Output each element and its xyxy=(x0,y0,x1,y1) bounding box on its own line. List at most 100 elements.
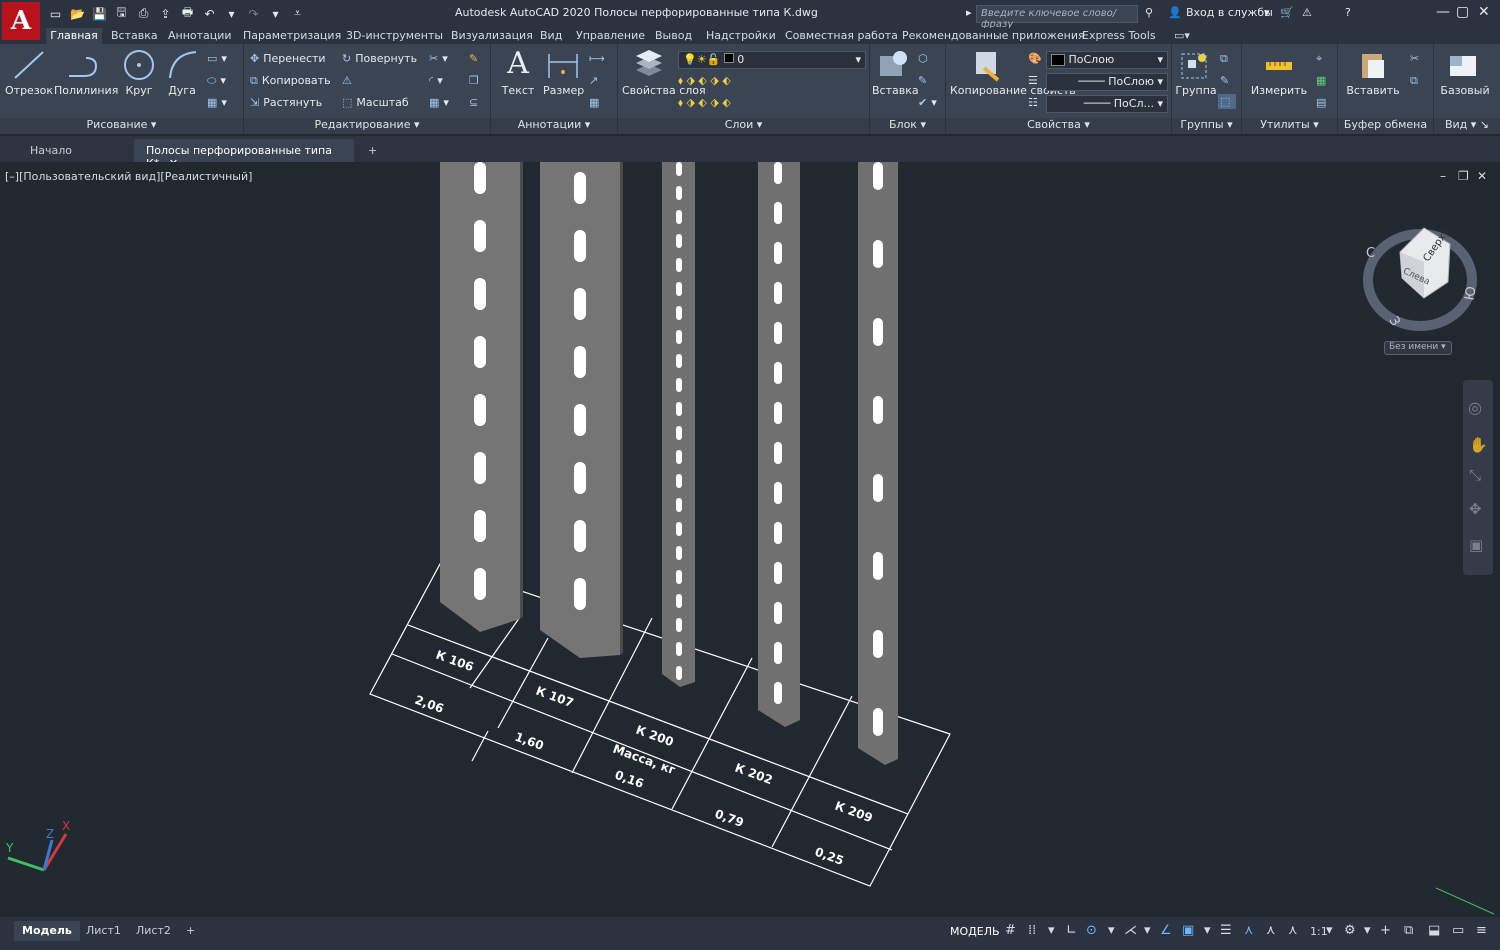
move-button[interactable]: ✥ Перенести xyxy=(250,52,326,65)
rotate-button[interactable]: ↻ Повернуть xyxy=(342,52,417,65)
orbit-icon[interactable]: ✥ xyxy=(1469,500,1482,518)
scale-button[interactable]: ⬚ Масштаб xyxy=(342,96,409,109)
save-icon[interactable]: 💾 xyxy=(90,4,109,23)
edit-block-icon[interactable]: ✎ xyxy=(918,74,931,87)
search-expand-icon[interactable]: ▸ xyxy=(966,6,972,19)
tab-view[interactable]: Вид xyxy=(540,28,562,44)
polyline-button[interactable]: Полилиния xyxy=(54,84,118,97)
maximize-icon[interactable]: ▢ xyxy=(1456,4,1469,20)
polar-dropdown-icon[interactable]: ▾ xyxy=(1108,923,1115,938)
layer-properties-button[interactable]: Свойства слоя xyxy=(622,84,706,97)
user-icon[interactable]: 👤 xyxy=(1168,6,1182,19)
view-panel-title[interactable]: Вид ▾ ↘ xyxy=(1434,118,1500,134)
undo-dropdown-icon[interactable]: ▾ xyxy=(222,4,241,23)
layer-dropdown[interactable]: 💡☀🔓 0 ▾ xyxy=(678,51,866,69)
modify-panel-title[interactable]: Редактирование ▾ xyxy=(244,118,490,134)
layer-tools-row2[interactable]: ⬧ ⬗ ⬖ ⬗ ⬖ xyxy=(678,96,731,110)
block-attributes-icon[interactable]: ✔ ▾ xyxy=(918,96,937,109)
new-tab-icon[interactable]: + xyxy=(356,139,389,162)
match-properties-button[interactable]: Копирование свойств xyxy=(950,84,1076,97)
pan-icon[interactable]: ✋ xyxy=(1469,436,1488,454)
redo-dropdown-icon[interactable]: ▾ xyxy=(266,4,285,23)
print-icon[interactable]: 🖶 xyxy=(178,4,197,23)
annotation-scale-icon[interactable]: ⋏ xyxy=(1288,923,1298,938)
steering-wheel-icon[interactable]: ◎ xyxy=(1468,398,1482,417)
text-button[interactable]: Текст xyxy=(501,84,535,97)
application-menu-button[interactable]: A xyxy=(2,2,40,40)
viewport-restore-icon[interactable]: ❐ xyxy=(1458,169,1469,183)
draw-panel-title[interactable]: Рисование ▾ xyxy=(0,118,243,134)
snap-dropdown-icon[interactable]: ▾ xyxy=(1048,923,1055,938)
tab-collaborate[interactable]: Совместная работа xyxy=(785,28,898,44)
clipboard-panel-title[interactable]: Буфер обмена xyxy=(1338,118,1433,134)
measure-button[interactable]: Измерить xyxy=(1250,84,1308,97)
isodraft-dropdown-icon[interactable]: ▾ xyxy=(1144,923,1151,938)
group-button[interactable]: Группа xyxy=(1174,84,1218,97)
offset-icon[interactable]: ⊆ xyxy=(469,96,482,109)
arc-button[interactable]: Дуга xyxy=(164,84,200,97)
tab-featured-apps[interactable]: Рекомендованные приложения xyxy=(902,28,1085,44)
calculator-icon[interactable]: ▤ xyxy=(1316,96,1330,109)
tab-express-tools[interactable]: Express Tools xyxy=(1082,28,1156,44)
units-icon[interactable]: ⧉ xyxy=(1404,923,1413,938)
signin-dropdown-icon[interactable]: ▾ xyxy=(1264,6,1270,19)
utilities-panel-title[interactable]: Утилиты ▾ xyxy=(1242,118,1337,134)
linetype-icon[interactable]: ☷ xyxy=(1028,96,1038,109)
tab-annotate[interactable]: Аннотации xyxy=(168,28,232,44)
layers-panel-title[interactable]: Слои ▾ xyxy=(618,118,869,134)
mirror-icon[interactable]: ⚠ xyxy=(342,74,356,87)
signin-button[interactable]: Вход в службы xyxy=(1186,6,1273,19)
object-snap-dropdown-icon[interactable]: ▾ xyxy=(1204,923,1211,938)
hatch-icon[interactable]: ⬭ ▾ xyxy=(207,74,226,88)
workspace-gear-icon[interactable]: ⚙ xyxy=(1344,923,1356,938)
leader-icon[interactable]: ↗ xyxy=(589,74,602,87)
properties-panel-title[interactable]: Свойства ▾ xyxy=(946,118,1171,134)
isolate-objects-icon[interactable]: ⬓ xyxy=(1428,923,1440,938)
drawing-viewport[interactable]: К 106 К 107 К 200 К 202 К 209 Масса, кг … xyxy=(0,162,1500,917)
paste-button[interactable]: Вставить xyxy=(1344,84,1402,97)
id-point-icon[interactable]: ⌖ xyxy=(1316,52,1326,66)
circle-button[interactable]: Круг xyxy=(120,84,158,97)
table-icon[interactable]: ▦ xyxy=(589,96,603,109)
base-view-button[interactable]: Базовый xyxy=(1436,84,1494,97)
copy-clip-icon[interactable]: ⧉ xyxy=(1410,74,1422,88)
viewport-controls-label[interactable]: [–][Пользовательский вид][Реалистичный] xyxy=(5,170,252,183)
linetype-dropdown[interactable]: ──── ПоСлою ▾ xyxy=(1046,73,1168,91)
quick-select-icon[interactable]: ▦ xyxy=(1316,74,1330,87)
snap-icon[interactable]: ⁞⁞ xyxy=(1028,923,1036,938)
cut-icon[interactable]: ✂ xyxy=(1410,52,1423,65)
grid-icon[interactable]: # xyxy=(1005,923,1016,938)
object-snap-icon[interactable]: ▣ xyxy=(1182,923,1194,938)
customize-qa-icon[interactable]: ⩡ xyxy=(288,4,307,23)
array-icon[interactable]: ▦ ▾ xyxy=(429,96,449,109)
zoom-extents-icon[interactable]: ⤡ xyxy=(1469,466,1481,484)
viewport-minimize-icon[interactable]: – xyxy=(1440,169,1446,183)
tab-insert[interactable]: Вставка xyxy=(111,28,158,44)
erase-icon[interactable]: ✎ xyxy=(469,52,482,65)
open-icon[interactable]: 📂 xyxy=(68,4,87,23)
cart-icon[interactable]: 🛒 xyxy=(1280,6,1294,19)
layout-tab-model[interactable]: Модель xyxy=(14,921,80,941)
tab-manage[interactable]: Управление xyxy=(576,28,645,44)
polar-icon[interactable]: ⊙ xyxy=(1086,923,1097,938)
binoculars-icon[interactable]: ⚲ xyxy=(1145,6,1153,19)
undo-icon[interactable]: ↶ xyxy=(200,4,219,23)
ucs-menu[interactable]: Без имени ▾ xyxy=(1384,341,1452,355)
line-button[interactable]: Отрезок xyxy=(5,84,53,97)
model-space-toggle[interactable]: МОДЕЛЬ xyxy=(950,925,1000,938)
fillet-icon[interactable]: ◜ ▾ xyxy=(429,74,443,87)
layout-tab-sheet2[interactable]: Лист2 xyxy=(128,921,179,941)
block-panel-title[interactable]: Блок ▾ xyxy=(870,118,945,134)
auto-scale-icon[interactable]: ⋏ xyxy=(1266,923,1276,938)
open-from-web-icon[interactable]: ⎙ xyxy=(134,4,153,23)
fullscreen-icon[interactable]: ▭ xyxy=(1452,923,1464,938)
viewcube[interactable]: Сверху Слева С З Ю xyxy=(1362,222,1480,338)
close-icon[interactable]: ✕ xyxy=(1478,4,1490,20)
help-icon[interactable]: ? xyxy=(1345,6,1351,19)
search-input[interactable]: Введите ключевое слово/фразу xyxy=(976,5,1138,30)
object-snap-tracking-icon[interactable]: ∠ xyxy=(1160,923,1172,938)
dimension-button[interactable]: Размер xyxy=(543,84,584,97)
group-edit-icon[interactable]: ✎ xyxy=(1220,74,1233,87)
linear-dim-icon[interactable]: ⟼ xyxy=(589,52,609,65)
copy-button[interactable]: ⧉ Копировать xyxy=(250,74,331,88)
